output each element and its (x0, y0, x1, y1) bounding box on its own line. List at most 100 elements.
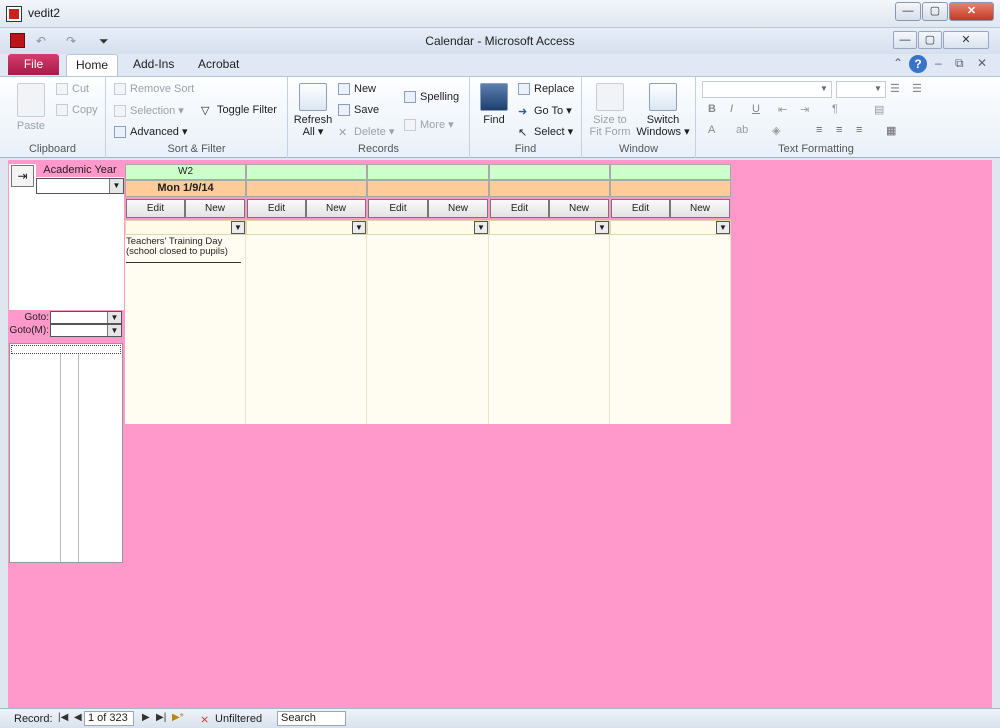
mdi-close-icon[interactable]: ✕ (977, 56, 987, 70)
edit-button[interactable]: Edit (126, 199, 185, 218)
access-close-button[interactable]: ✕ (943, 31, 989, 49)
italic-icon[interactable]: I (730, 103, 733, 115)
ribbon: Paste Cut Copy Clipboard Remove Sort Sel… (0, 76, 1000, 158)
outer-minimize-button[interactable]: — (895, 2, 921, 21)
numbering-icon[interactable]: ☰ (912, 82, 922, 95)
align-left-icon[interactable]: ≡ (816, 124, 822, 136)
mdi-restore-icon[interactable]: ⧉ (955, 56, 964, 71)
copy-button[interactable]: Copy (56, 104, 98, 117)
align-right-icon[interactable]: ≡ (856, 124, 862, 136)
alternate-row-color-icon[interactable]: ▦ (886, 124, 896, 137)
chevron-down-icon[interactable]: ▼ (107, 325, 121, 336)
delete-record-button[interactable]: ✕ Delete ▾ (338, 125, 394, 139)
day-event-combo[interactable]: ▼ (367, 220, 489, 235)
gridlines-icon[interactable]: ▤ (874, 103, 884, 116)
tab-file[interactable]: File (8, 54, 59, 75)
save-record-button[interactable]: Save (338, 104, 379, 117)
chevron-down-icon[interactable]: ▼ (109, 179, 123, 193)
cut-button[interactable]: Cut (56, 83, 89, 96)
highlight-icon[interactable]: ab (736, 124, 748, 136)
help-icon[interactable]: ? (909, 55, 927, 73)
outer-close-button[interactable]: ✕ (949, 2, 994, 21)
day-event-combo[interactable]: ▼ (489, 220, 610, 235)
chevron-down-icon[interactable]: ▼ (716, 221, 730, 234)
new-button[interactable]: New (549, 199, 609, 218)
tab-home[interactable]: Home (66, 54, 118, 76)
new-button[interactable]: New (670, 199, 730, 218)
goto-m-combo[interactable]: ▼ (50, 324, 122, 337)
find-button[interactable]: Find (476, 83, 512, 126)
last-record-icon[interactable]: ▶| (156, 712, 166, 723)
edit-button[interactable]: Edit (490, 199, 549, 218)
first-record-icon[interactable]: |◀ (58, 712, 68, 723)
collapse-ribbon-icon[interactable]: ⌃ (893, 56, 903, 70)
chevron-down-icon[interactable]: ▼ (474, 221, 488, 234)
font-size-combo[interactable]: ▼ (836, 81, 886, 98)
redo-icon[interactable]: ↷ (66, 34, 76, 48)
previous-record-icon[interactable]: ◀ (74, 712, 82, 723)
underline-icon[interactable]: U (752, 103, 760, 115)
goto-button[interactable]: ➜ Go To ▾ (518, 104, 572, 118)
selection-button[interactable]: Selection ▾ (114, 104, 184, 118)
filter-status[interactable]: Unfiltered (215, 713, 262, 725)
access-minimize-button[interactable]: — (893, 31, 917, 49)
form-workspace: ⇥ Academic Year ▼ Goto: ▼ Goto(M): ▼ W2 M… (8, 160, 992, 708)
new-button[interactable]: New (306, 199, 366, 218)
fill-color-icon[interactable]: ◈ (772, 124, 780, 137)
decrease-indent-icon[interactable]: ⇤ (778, 103, 787, 116)
chevron-down-icon[interactable]: ▼ (595, 221, 609, 234)
chevron-down-icon[interactable]: ▼ (231, 221, 245, 234)
current-record-input[interactable]: 1 of 323 (84, 711, 134, 726)
replace-icon (518, 83, 530, 96)
bold-icon[interactable]: B (708, 103, 716, 115)
left-list[interactable] (9, 343, 123, 563)
spelling-button[interactable]: Spelling (404, 91, 459, 104)
exit-button[interactable]: ⇥ (11, 165, 34, 187)
tab-acrobat[interactable]: Acrobat (198, 57, 239, 71)
font-name-combo[interactable]: ▼ (702, 81, 832, 98)
align-center-icon[interactable]: ≡ (836, 124, 842, 136)
access-restore-button[interactable]: ▢ (918, 31, 942, 49)
next-record-icon[interactable]: ▶ (142, 712, 150, 723)
chevron-down-icon[interactable]: ▼ (107, 312, 121, 323)
select-button[interactable]: ↖ Select ▾ (518, 125, 573, 139)
qat-menu-icon[interactable]: ⏷ (99, 34, 109, 49)
edit-button[interactable]: Edit (368, 199, 428, 218)
edit-button[interactable]: Edit (247, 199, 306, 218)
advanced-button[interactable]: Advanced ▾ (114, 125, 188, 139)
refresh-all-button[interactable]: Refresh All ▾ (292, 83, 334, 138)
day-event-combo[interactable]: ▼ (246, 220, 367, 235)
search-input[interactable]: Search (277, 711, 346, 726)
new-record-icon[interactable]: ▶* (172, 712, 184, 723)
find-group-label: Find (514, 143, 537, 155)
font-color-icon[interactable]: A (708, 124, 715, 136)
toggle-filter-button[interactable]: ▽ Toggle Filter (201, 104, 277, 117)
undo-icon[interactable]: ↶ (36, 34, 46, 48)
paragraph-icon[interactable]: ¶ (832, 103, 838, 115)
bullets-icon[interactable]: ☰ (890, 82, 900, 95)
new-record-button[interactable]: New (338, 83, 376, 96)
day-event-combo[interactable]: ▼ (610, 220, 731, 235)
access-icon[interactable] (10, 33, 25, 48)
list-column-divider (78, 354, 79, 562)
more-button[interactable]: More ▾ (404, 118, 454, 132)
outer-maximize-button[interactable]: ▢ (922, 2, 948, 21)
switch-windows-button[interactable]: Switch Windows ▾ (634, 83, 692, 138)
mdi-minimize-icon[interactable]: – (935, 56, 942, 70)
goto-combo[interactable]: ▼ (50, 311, 122, 324)
increase-indent-icon[interactable]: ⇥ (800, 103, 809, 116)
academic-year-combo[interactable]: ▼ (36, 178, 124, 194)
replace-button[interactable]: Replace (518, 83, 574, 96)
chevron-down-icon[interactable]: ▼ (352, 221, 366, 234)
tab-add-ins[interactable]: Add-Ins (133, 57, 174, 71)
edit-button[interactable]: Edit (611, 199, 670, 218)
size-to-fit-button[interactable]: Size to Fit Form (586, 83, 634, 138)
paste-button[interactable]: Paste (12, 83, 50, 132)
day-event-combo[interactable]: ▼ (125, 220, 246, 235)
remove-sort-button[interactable]: Remove Sort (114, 83, 194, 96)
event-line: (school closed to pupils) (126, 246, 228, 257)
new-button[interactable]: New (428, 199, 488, 218)
new-record-icon (338, 83, 350, 96)
new-button[interactable]: New (185, 199, 245, 218)
event-text[interactable]: Teachers' Training Day (school closed to … (126, 237, 241, 257)
